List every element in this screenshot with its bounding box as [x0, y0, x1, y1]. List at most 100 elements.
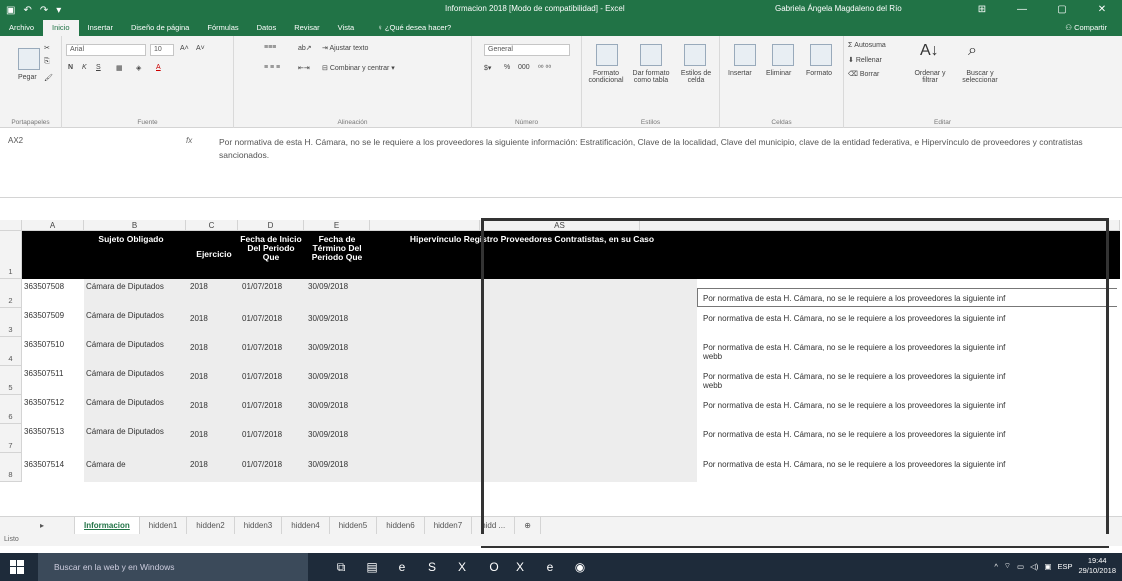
edge-browser-icon[interactable]: e [394, 559, 410, 575]
col-header-hidden[interactable] [370, 220, 480, 231]
cell-styles-icon[interactable] [684, 44, 706, 66]
cut-icon[interactable]: ✂ [44, 44, 50, 52]
clear-button[interactable]: ⌫ Borrar [848, 70, 879, 78]
align-top-icon[interactable]: ≡≡≡ [264, 44, 276, 51]
percent-button[interactable]: % [504, 64, 510, 71]
row-header[interactable]: 7 [0, 424, 22, 453]
sheet-tab-hidden4[interactable]: hidden4 [282, 516, 330, 535]
maximize-button[interactable]: ▢ [1042, 0, 1082, 20]
excel-app-icon[interactable]: X [454, 559, 470, 575]
cell-nota[interactable]: Por normativa de esta H. Cámara, no se l… [703, 314, 1108, 323]
col-header-as[interactable]: AS [480, 220, 640, 231]
row-header[interactable]: 4 [0, 337, 22, 366]
col-header-d[interactable]: D [238, 220, 304, 231]
grow-font-icon[interactable]: A˄ [180, 45, 189, 52]
cell-ejercicio[interactable]: 2018 [190, 343, 208, 352]
conditional-format-button[interactable]: Formato condicional [584, 70, 628, 84]
chrome-icon[interactable]: ◉ [572, 559, 588, 575]
shrink-font-icon[interactable]: A˅ [196, 45, 205, 52]
taskbar-search[interactable]: Buscar en la web y en Windows [38, 553, 308, 581]
row-header[interactable]: 3 [0, 308, 22, 337]
file-explorer-icon[interactable]: ▤ [364, 559, 380, 575]
cell-id[interactable]: 363507512 [24, 398, 64, 407]
cell-sujeto[interactable]: Cámara de Diputados [86, 427, 166, 436]
cell-nota[interactable]: Por normativa de esta H. Cámara, no se l… [703, 460, 1108, 469]
ie-browser-icon[interactable]: e [542, 559, 558, 575]
tab-revisar[interactable]: Revisar [285, 20, 328, 36]
thousands-button[interactable]: 000 [518, 64, 530, 71]
cell-ejercicio[interactable]: 2018 [190, 430, 208, 439]
sheet-tab-hidden7[interactable]: hidden7 [425, 516, 473, 535]
cell-sujeto[interactable]: Cámara de Diputados [86, 340, 166, 349]
ribbon-display-button[interactable]: ⊞ [962, 0, 1002, 20]
orientation-icon[interactable]: ab↗ [298, 44, 312, 52]
table-format-button[interactable]: Dar formato como tabla [628, 70, 674, 84]
indent-icon[interactable]: ⇤⇥ [298, 64, 310, 72]
fill-color-icon[interactable]: ◈ [136, 64, 141, 72]
font-color-icon[interactable]: A [156, 64, 161, 71]
row-header[interactable]: 5 [0, 366, 22, 395]
underline-button[interactable]: S [96, 64, 101, 71]
cell-id[interactable]: 363507513 [24, 427, 64, 436]
tell-me-search[interactable]: ♀ ¿Qué desea hacer? [363, 20, 460, 36]
font-name-combo[interactable]: Arial [66, 44, 146, 56]
notification-icon[interactable]: ▣ [1044, 562, 1051, 571]
insert-cells-icon[interactable] [734, 44, 756, 66]
cell-ejercicio[interactable]: 2018 [190, 372, 208, 381]
cell-fecha-termino[interactable]: 30/09/2018 [308, 372, 348, 381]
font-size-combo[interactable]: 10 [150, 44, 174, 56]
tab-diseno-pagina[interactable]: Diseño de página [122, 20, 198, 36]
sheet-nav-arrow[interactable]: ▸ [0, 516, 76, 535]
cell-sujeto[interactable]: Cámara de Diputados [86, 369, 166, 378]
volume-icon[interactable]: ◁) [1030, 562, 1038, 571]
cell-nota[interactable]: Por normativa de esta H. Cámara, no se l… [703, 372, 1108, 381]
save-icon[interactable]: ▣ [6, 5, 15, 16]
cell-sujeto[interactable]: Cámara de Diputados [86, 398, 166, 407]
select-all-corner[interactable] [0, 220, 22, 231]
cell-ejercicio[interactable]: 2018 [190, 401, 208, 410]
qat-dropdown-icon[interactable]: ▾ [56, 5, 61, 16]
row-header[interactable]: 2 [0, 279, 22, 308]
tab-vista[interactable]: Vista [329, 20, 364, 36]
worksheet[interactable]: A B C D E AS 1 Sujeto Obligado Ejercicio… [0, 220, 1122, 515]
fill-button[interactable]: ⬇ Rellenar [848, 56, 882, 64]
cell-id[interactable]: 363507510 [24, 340, 64, 349]
row-header[interactable]: 8 [0, 453, 22, 482]
excel-window-icon[interactable]: X [512, 559, 528, 575]
cell-fecha-inicio[interactable]: 01/07/2018 [242, 282, 282, 291]
sort-filter-icon[interactable]: A↓ [920, 42, 942, 64]
col-header-a[interactable]: A [22, 220, 84, 231]
outlook-icon[interactable]: O [486, 559, 502, 575]
paste-button[interactable]: Pegar [18, 74, 37, 81]
decimal-icon[interactable]: ⁰⁰ ⁰⁰ [538, 64, 551, 72]
language-indicator[interactable]: ESP [1057, 562, 1072, 571]
cell-fecha-inicio[interactable]: 01/07/2018 [242, 314, 282, 323]
delete-cells-icon[interactable] [772, 44, 794, 66]
close-button[interactable]: ✕ [1082, 0, 1122, 20]
sheet-tab-more[interactable]: hidd ... [472, 516, 516, 535]
formula-input[interactable]: Por normativa de esta H. Cámara, no se l… [219, 136, 1099, 162]
cell-ejercicio[interactable]: 2018 [190, 314, 208, 323]
cell-ejercicio[interactable]: 2018 [190, 282, 208, 291]
cell-fecha-termino[interactable]: 30/09/2018 [308, 401, 348, 410]
cell-styles-button[interactable]: Estilos de celda [676, 70, 716, 84]
cell-sujeto[interactable]: Cámara de Diputados [86, 282, 166, 291]
show-hidden-icons[interactable]: ^ [994, 562, 998, 571]
cell-nota-extra[interactable]: webb [703, 381, 722, 390]
insert-button[interactable]: Insertar [728, 70, 752, 77]
format-cells-icon[interactable] [810, 44, 832, 66]
borders-icon[interactable]: ▦ [116, 64, 123, 72]
conditional-format-icon[interactable] [596, 44, 618, 66]
sheet-tab-hidden6[interactable]: hidden6 [377, 516, 425, 535]
clock[interactable]: 19:44 29/10/2018 [1078, 556, 1116, 576]
task-view-icon[interactable]: ⧉ [333, 559, 349, 575]
cell-id[interactable]: 363507511 [24, 369, 63, 378]
table-format-icon[interactable] [640, 44, 662, 66]
windows-start-icon[interactable] [10, 560, 24, 574]
cell-nota[interactable]: Por normativa de esta H. Cámara, no se l… [703, 430, 1108, 439]
add-sheet-icon[interactable]: ⊕ [515, 516, 541, 535]
name-box[interactable]: AX2 [8, 136, 23, 145]
tab-datos[interactable]: Datos [248, 20, 286, 36]
cell-nota[interactable]: Por normativa de esta H. Cámara, no se l… [703, 343, 1108, 352]
italic-button[interactable]: K [82, 64, 87, 71]
